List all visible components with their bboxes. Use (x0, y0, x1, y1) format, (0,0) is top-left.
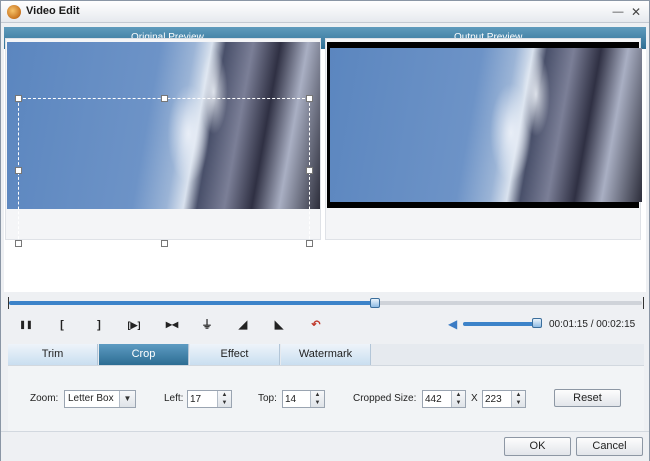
timeline-start-marker[interactable] (8, 297, 13, 309)
top-label: Top: (258, 393, 277, 404)
timeline-end-marker[interactable] (639, 297, 644, 309)
tab-crop[interactable]: Crop (99, 344, 189, 365)
video-edit-window: Video Edit — ✕ Original Preview Output P… (0, 0, 650, 461)
left-spin-buttons: ▲ ▼ (217, 391, 231, 407)
crop-handle-top-right[interactable] (306, 95, 313, 102)
times-label: X (471, 393, 478, 404)
crop-handle-top-left[interactable] (15, 95, 22, 102)
speaker-icon[interactable]: ◀ (448, 318, 460, 330)
cancel-button[interactable]: Cancel (576, 437, 643, 456)
mark-in-button[interactable]: [ (51, 315, 73, 335)
pause-button[interactable]: ❚❚ (15, 315, 37, 335)
top-spin-buttons: ▲ ▼ (310, 391, 324, 407)
top-increment-icon[interactable]: ▲ (311, 391, 324, 399)
playback-controls: ❚❚ [ ] [▶] ▶◀ ⏚ ◢ ◣ ↶ ◀ 00:01:15 / 00:02… (1, 313, 650, 337)
crop-handle-bottom-right[interactable] (306, 240, 313, 247)
cropped-size-label: Cropped Size: (353, 393, 417, 404)
chevron-down-icon[interactable]: ▼ (119, 391, 135, 407)
play-segment-button[interactable]: [▶] (123, 315, 145, 335)
height-spin-buttons: ▲ ▼ (511, 391, 525, 407)
time-readout: 00:01:15 / 00:02:15 (549, 319, 636, 330)
tab-watermark[interactable]: Watermark (281, 344, 371, 365)
height-input[interactable] (485, 392, 512, 406)
app-logo-icon (7, 5, 21, 19)
width-spin-buttons: ▲ ▼ (451, 391, 465, 407)
reset-button[interactable]: Reset (554, 389, 621, 407)
undo-button[interactable]: ↶ (305, 315, 327, 335)
volume-slider[interactable] (463, 322, 541, 326)
minimize-button[interactable]: — (610, 4, 626, 20)
left-increment-icon[interactable]: ▲ (218, 391, 231, 399)
timeline-thumb[interactable] (370, 298, 380, 308)
timeline-slider[interactable] (8, 297, 644, 309)
tab-effect[interactable]: Effect (190, 344, 280, 365)
height-increment-icon[interactable]: ▲ (512, 391, 525, 399)
width-input[interactable] (425, 392, 452, 406)
output-video-frame (330, 48, 642, 202)
width-decrement-icon[interactable]: ▼ (452, 399, 465, 407)
crop-selection-box[interactable] (18, 98, 310, 244)
left-stepper[interactable]: ▲ ▼ (187, 390, 232, 408)
height-stepper[interactable]: ▲ ▼ (482, 390, 526, 408)
rotate-right-button[interactable]: ◣ (268, 315, 290, 335)
zoom-value: Letter Box (68, 393, 114, 404)
crop-handle-top[interactable] (161, 95, 168, 102)
width-increment-icon[interactable]: ▲ (452, 391, 465, 399)
top-input[interactable] (285, 392, 311, 406)
flip-vertical-button[interactable]: ⏚ (196, 315, 218, 335)
left-input[interactable] (190, 392, 218, 406)
rotate-left-button[interactable]: ◢ (232, 315, 254, 335)
split-button[interactable]: ▶◀ (161, 315, 183, 335)
zoom-label: Zoom: (30, 393, 59, 404)
volume-level (463, 322, 537, 326)
video-frame-image (330, 48, 642, 202)
crop-handle-bottom[interactable] (161, 240, 168, 247)
ok-button[interactable]: OK (504, 437, 571, 456)
crop-handle-bottom-left[interactable] (15, 240, 22, 247)
crop-handle-right[interactable] (306, 167, 313, 174)
height-decrement-icon[interactable]: ▼ (512, 399, 525, 407)
top-stepper[interactable]: ▲ ▼ (282, 390, 325, 408)
volume-thumb[interactable] (532, 318, 542, 328)
left-decrement-icon[interactable]: ▼ (218, 399, 231, 407)
close-button[interactable]: ✕ (628, 4, 644, 20)
title-bar: Video Edit — ✕ (1, 1, 649, 23)
top-decrement-icon[interactable]: ▼ (311, 399, 324, 407)
left-label: Left: (164, 393, 184, 404)
tab-trim[interactable]: Trim (8, 344, 98, 365)
window-title: Video Edit (26, 5, 80, 17)
mark-out-button[interactable]: ] (88, 315, 110, 335)
zoom-select[interactable]: Letter Box ▼ (64, 390, 136, 408)
crop-handle-left[interactable] (15, 167, 22, 174)
edit-tabs: Trim Crop Effect Watermark (8, 344, 644, 365)
timeline-progress (9, 301, 375, 305)
width-stepper[interactable]: ▲ ▼ (422, 390, 466, 408)
